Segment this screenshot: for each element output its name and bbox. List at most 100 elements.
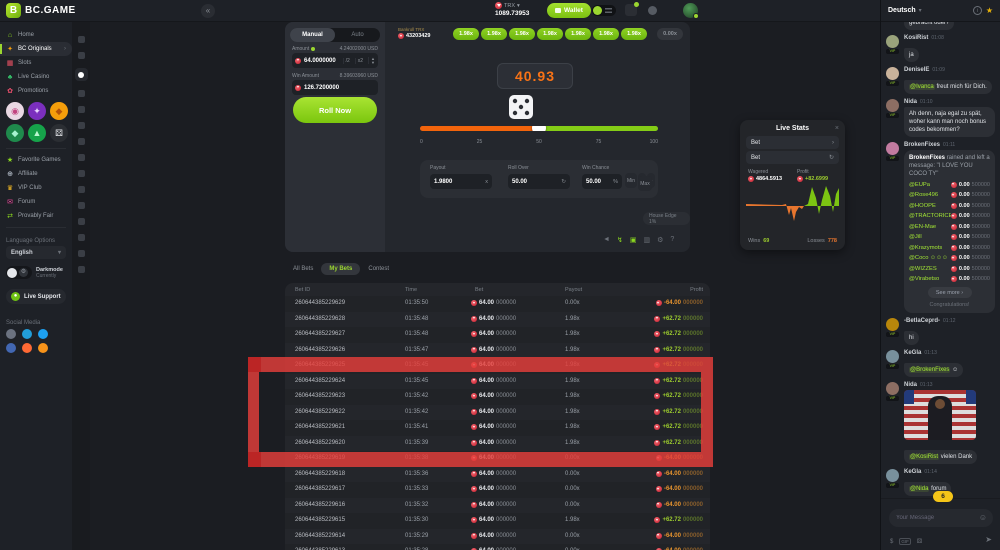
social-icon[interactable] xyxy=(6,343,16,353)
sidebar-item-vip-club[interactable]: ♛VIP Club xyxy=(0,181,72,195)
rail-game-icon[interactable] xyxy=(78,218,85,225)
wallet-button[interactable]: Wallet xyxy=(547,3,591,18)
table-row[interactable]: 26064438522961801:35:3664.000000000.00x-… xyxy=(285,467,710,483)
sidebar-item-favorite-games[interactable]: ★Favorite Games xyxy=(0,153,72,167)
user-mention[interactable]: @KosiRist xyxy=(909,454,939,460)
balance-display[interactable]: TRX ▾ 1089.73953 xyxy=(495,2,529,17)
tab-manual[interactable]: Manual xyxy=(290,28,335,42)
rail-game-icon[interactable] xyxy=(78,202,85,209)
table-row[interactable]: 26064438522962901:35:5064.000000000.00x-… xyxy=(285,296,710,312)
social-icon[interactable] xyxy=(38,329,48,339)
chat-input[interactable] xyxy=(889,509,993,527)
recipient-name[interactable]: @Coco ☺☺☺ xyxy=(909,254,948,262)
sound-icon[interactable]: ◄ xyxy=(603,236,610,244)
win-amount-input[interactable]: 126.7200000 xyxy=(292,80,378,95)
username[interactable]: -BetlaCeprd- xyxy=(904,318,940,324)
recipient-name[interactable]: @HOOPE xyxy=(909,202,936,210)
username[interactable]: DeniselE xyxy=(904,67,929,73)
table-row[interactable]: 26064438522962601:35:4764.000000001.98x+… xyxy=(285,343,710,359)
game-shortcut-icon[interactable]: ▲ xyxy=(28,124,46,142)
profile-icon[interactable] xyxy=(648,6,657,15)
avatar[interactable] xyxy=(886,350,899,363)
table-row[interactable]: 26064438522961401:35:2964.000000000.00x-… xyxy=(285,529,710,545)
rail-game-icon[interactable] xyxy=(78,186,85,193)
coin-tip-icon[interactable]: $ xyxy=(890,539,893,545)
game-shortcut-icon[interactable]: ◉ xyxy=(6,102,24,120)
avatar[interactable] xyxy=(886,382,899,395)
game-shortcut-icon[interactable]: ◆ xyxy=(50,102,68,120)
refresh-icon[interactable]: ↻ xyxy=(829,154,834,161)
turbo-icon[interactable]: ↯ xyxy=(617,236,623,244)
slider-track[interactable] xyxy=(420,126,658,131)
user-mention[interactable]: @Nida xyxy=(909,486,929,492)
avatar[interactable] xyxy=(886,99,899,112)
min-button[interactable]: Min xyxy=(625,173,637,188)
recipient-name[interactable]: @TRACTORICE xyxy=(909,212,951,220)
rail-game-icon[interactable] xyxy=(78,52,85,59)
tab-auto[interactable]: Auto xyxy=(335,28,380,42)
username[interactable]: Nida xyxy=(904,382,917,388)
messages-icon[interactable] xyxy=(625,4,637,16)
close-icon[interactable]: × xyxy=(835,125,839,132)
sidebar-item-provably-fair[interactable]: ⇄Provably Fair xyxy=(0,209,72,223)
sidebar-collapse-button[interactable]: « xyxy=(201,4,215,18)
darkmode-toggle[interactable]: ⚙ Darkmode Currently xyxy=(6,266,66,279)
recipient-name[interactable]: @Jill xyxy=(909,233,922,241)
table-row[interactable]: 26064438522961601:35:3264.000000000.00x-… xyxy=(285,498,710,514)
table-row[interactable]: 26064438522961301:35:2864.000000000.00x-… xyxy=(285,544,710,550)
table-row[interactable]: 26064438522961701:35:3364.000000000.00x-… xyxy=(285,482,710,498)
avatar[interactable] xyxy=(886,35,899,48)
avatar[interactable] xyxy=(886,142,899,155)
game-shortcut-icon[interactable]: ◆ xyxy=(6,124,24,142)
payout-input[interactable]: 1.9800 x xyxy=(430,174,492,189)
see-more-button[interactable]: See more › xyxy=(928,287,972,298)
avatar[interactable] xyxy=(886,67,899,80)
username[interactable]: BrokenFixes xyxy=(909,155,947,161)
emoji-icon[interactable]: ☺ xyxy=(979,513,987,522)
social-icon[interactable] xyxy=(6,329,16,339)
username[interactable]: BrokenFixes xyxy=(904,142,940,148)
chat-room-select[interactable]: Deutsch xyxy=(888,7,916,14)
recipient-name[interactable]: @WIZZES xyxy=(909,265,937,273)
language-select[interactable]: English ▾ xyxy=(6,246,66,259)
social-icon[interactable] xyxy=(22,329,32,339)
logo[interactable]: B BC.GAME xyxy=(6,3,76,18)
sidebar-item-forum[interactable]: ✉Forum xyxy=(0,195,72,209)
sidebar-item-promotions[interactable]: ✿Promotions xyxy=(0,84,72,98)
rail-game-icon[interactable] xyxy=(78,250,85,257)
recipient-name[interactable]: @EN-Mae xyxy=(909,223,936,231)
live-support-button[interactable]: ● Live Support xyxy=(6,289,66,304)
dice-chat-icon[interactable]: ⚄ xyxy=(917,538,922,545)
username[interactable]: KeGla xyxy=(904,350,921,356)
refresh-icon[interactable]: ↻ xyxy=(561,179,566,185)
table-row[interactable]: 26064438522962701:35:4864.000000001.98x+… xyxy=(285,327,710,343)
chat-image[interactable] xyxy=(904,390,976,440)
rail-game-icon[interactable] xyxy=(78,154,85,161)
trophy-icon[interactable]: ★ xyxy=(986,6,993,15)
tab-contest[interactable]: Contest xyxy=(368,266,389,272)
double-button[interactable]: x2 xyxy=(355,58,365,64)
rail-game-icon[interactable] xyxy=(78,234,85,241)
roll-now-button[interactable]: Roll Now xyxy=(293,97,377,123)
rail-game-icon[interactable] xyxy=(78,106,85,113)
game-shortcut-icon[interactable]: ✦ xyxy=(28,102,46,120)
tab-all-bets[interactable]: All Bets xyxy=(293,266,313,272)
sidebar-item-home[interactable]: ⌂Home xyxy=(0,28,72,42)
max-button[interactable]: Max xyxy=(638,176,652,191)
rail-game-icon[interactable] xyxy=(78,138,85,145)
sidebar-item-affiliate[interactable]: ⊕Affiliate xyxy=(0,167,72,181)
username[interactable]: KosiRist xyxy=(904,35,928,41)
avatar[interactable] xyxy=(886,318,899,331)
user-mention[interactable]: @BrokenFixes xyxy=(909,367,950,373)
gif-icon[interactable]: GIF xyxy=(899,538,911,545)
slider-handle[interactable] xyxy=(532,126,546,131)
rail-game-icon[interactable] xyxy=(75,68,88,81)
send-icon[interactable]: ➤ xyxy=(985,535,992,544)
recipient-name[interactable]: @Virabetso xyxy=(909,275,939,283)
game-shortcut-icon[interactable]: ⚄ xyxy=(50,124,68,142)
username[interactable]: KeGla xyxy=(904,469,921,475)
sidebar-item-slots[interactable]: ▦Slots xyxy=(0,56,72,70)
social-icon[interactable] xyxy=(38,343,48,353)
recipient-name[interactable]: @EUPa xyxy=(909,181,930,189)
rail-game-icon[interactable] xyxy=(78,36,85,43)
